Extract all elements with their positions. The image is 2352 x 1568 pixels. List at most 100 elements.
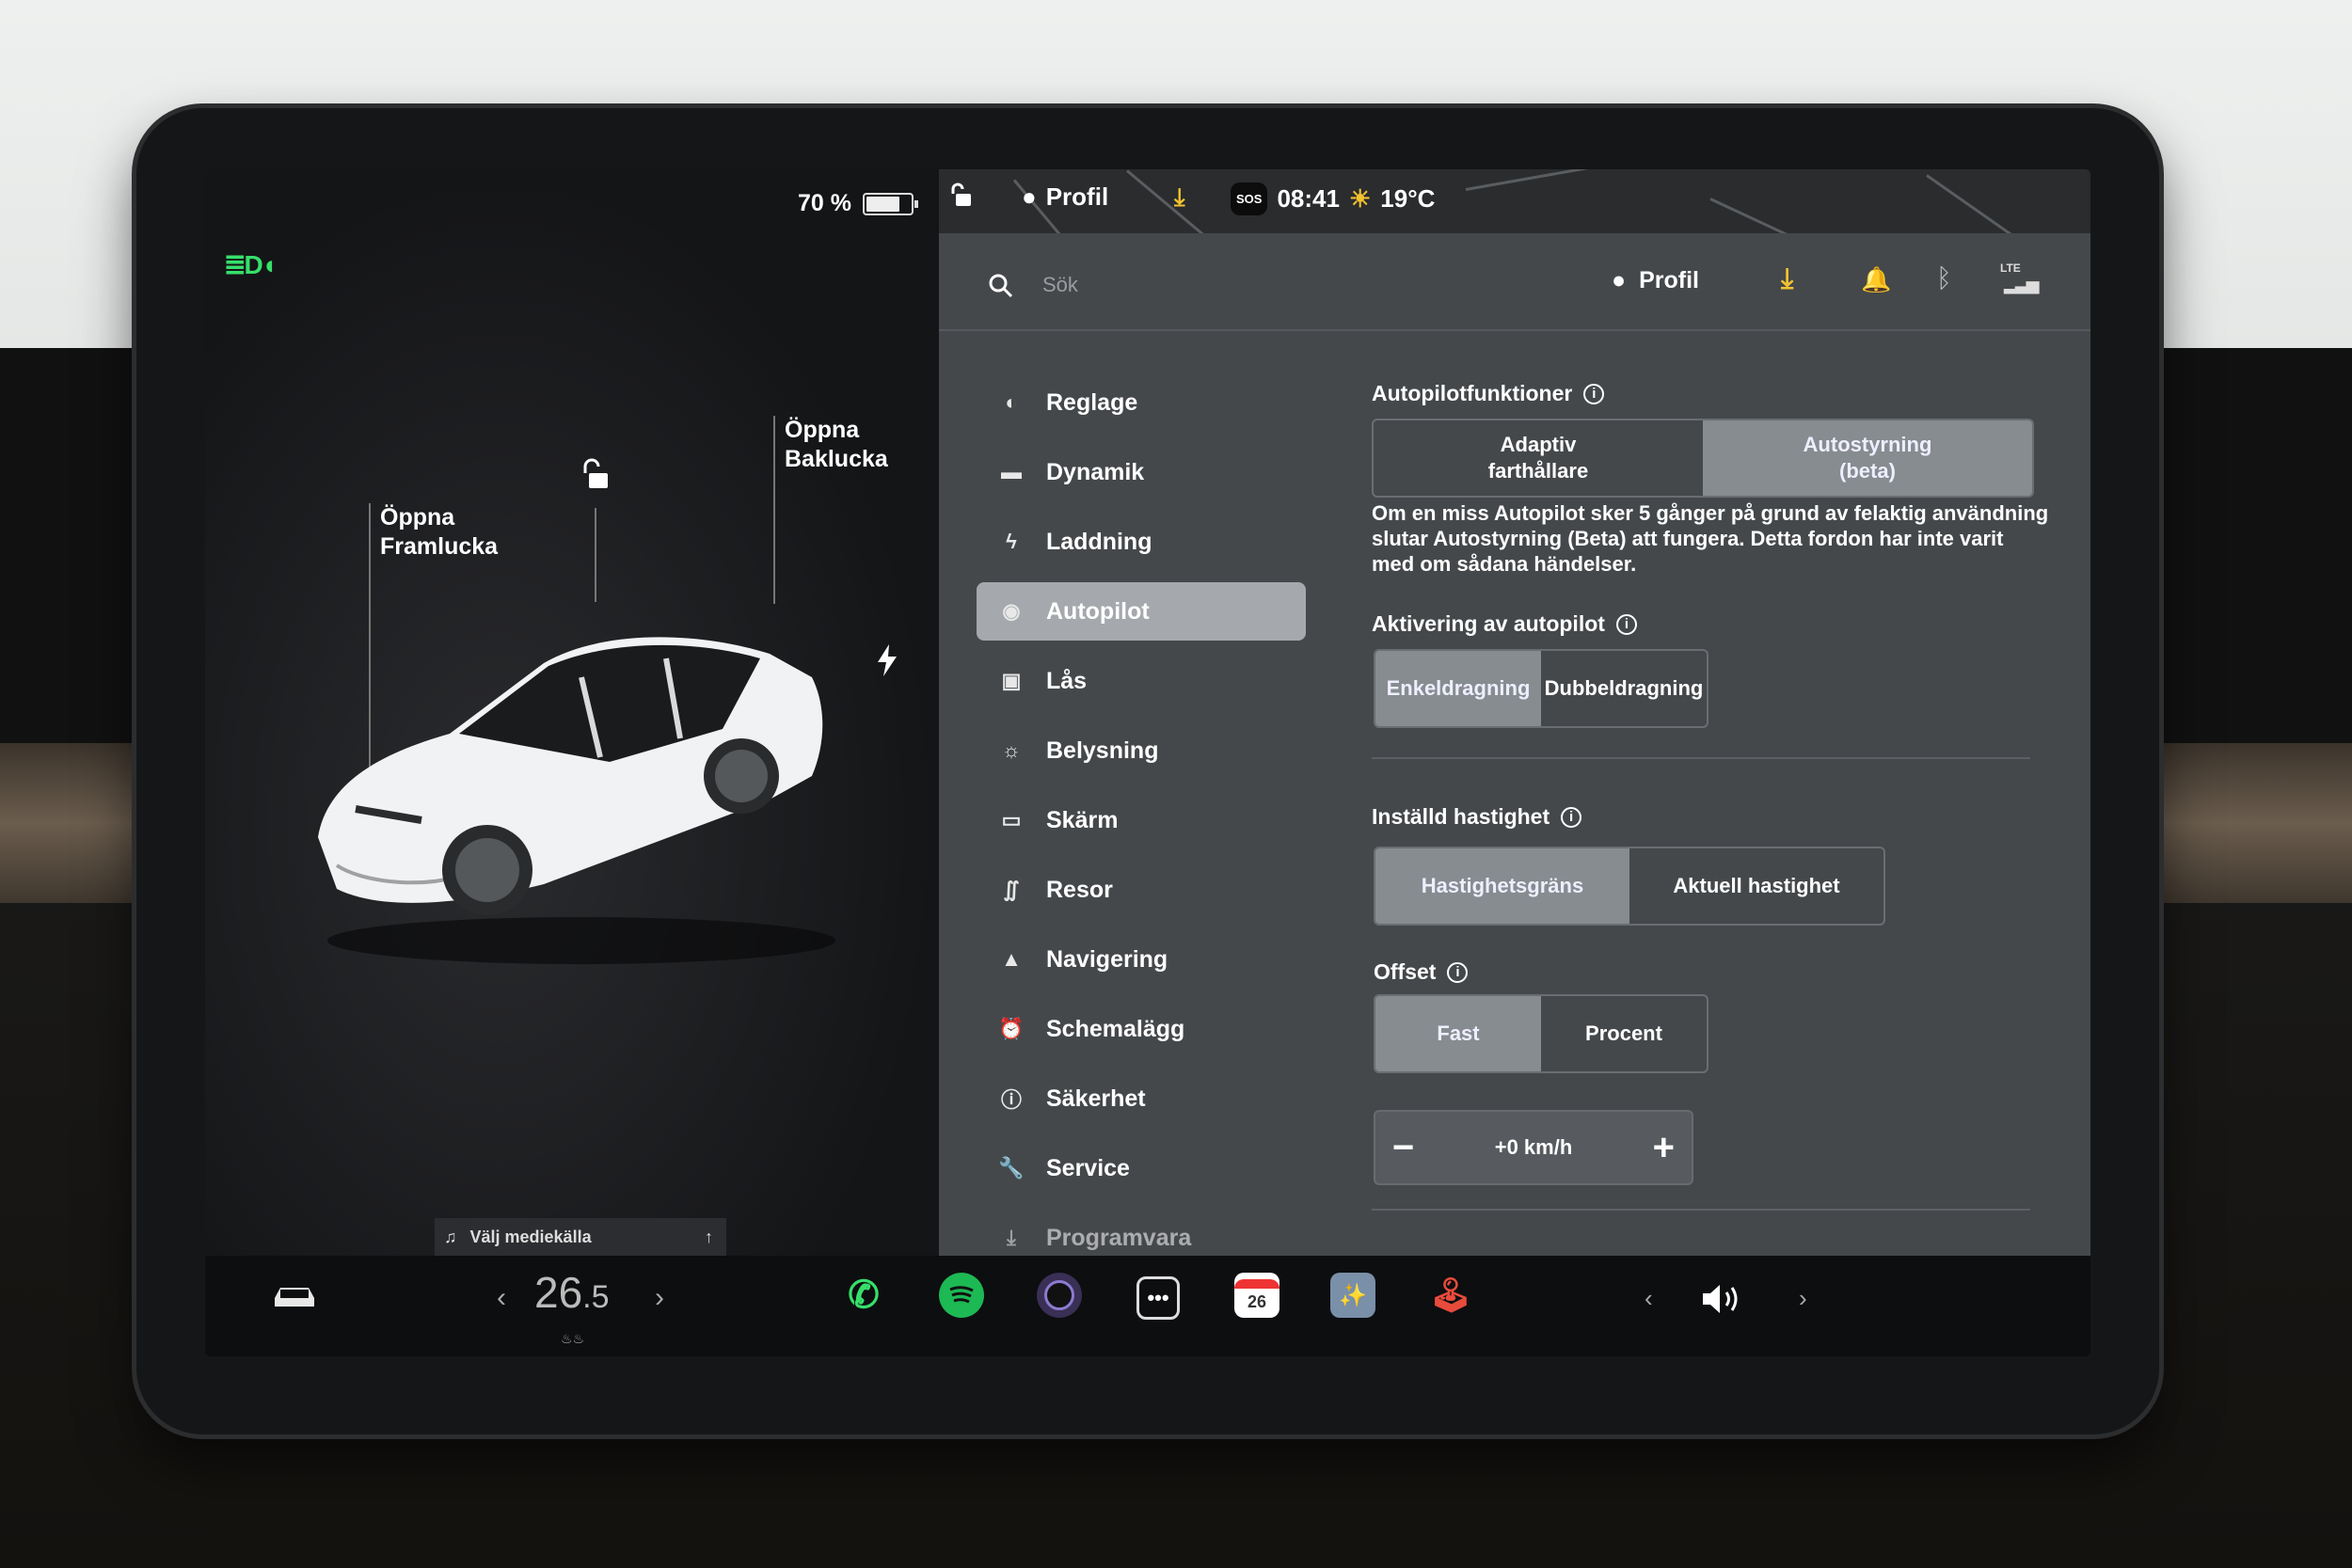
option-current-speed[interactable]: Aktuell hastighet (1629, 848, 1883, 924)
car-controls-icon[interactable] (271, 1282, 318, 1312)
section-title-text: Aktivering av autopilot (1372, 611, 1605, 636)
set-speed-title: Inställd hastighet i (1372, 804, 1582, 830)
open-frunk-label[interactable]: Öppna Framlucka (380, 503, 498, 562)
increase-button[interactable]: + (1653, 1127, 1675, 1169)
bolt-icon: ϟ (1006, 530, 1017, 553)
menu-item-label: Skärm (1046, 806, 1119, 833)
trips-icon: ∬ (1003, 878, 1020, 901)
volume-icon[interactable] (1701, 1282, 1748, 1316)
option-speed-limit[interactable]: Hastighetsgräns (1375, 848, 1629, 924)
menu-item-label: Autopilot (1046, 597, 1150, 625)
decrease-button[interactable]: − (1392, 1127, 1414, 1169)
lock-status-icon[interactable] (950, 182, 975, 209)
section-divider (1372, 1209, 2030, 1211)
person-icon: ● (1612, 267, 1627, 293)
menu-item-label: Säkerhet (1046, 1085, 1146, 1112)
lock-icon: ▣ (1001, 669, 1022, 692)
option-fixed[interactable]: Fast (1375, 996, 1541, 1071)
charge-port-icon[interactable] (875, 644, 899, 681)
menu-item-las[interactable]: ▣ Lås (977, 652, 1306, 710)
car-icon: ▬ (1001, 460, 1022, 483)
settings-panel: ● Profil ⤓ SOS 08:41 ☀ 19°C Sök ● Profil… (939, 169, 2090, 1256)
menu-item-service[interactable]: 🔧 Service (977, 1139, 1306, 1197)
download-icon: ⤓ (1007, 1226, 1016, 1249)
battery-status: 70 % (798, 190, 918, 217)
menu-item-autopilot[interactable]: ◉ Autopilot (977, 582, 1306, 641)
temp-down-arrow[interactable]: ‹ (497, 1282, 506, 1314)
spotify-icon[interactable] (939, 1273, 984, 1318)
outside-temp: 19°C (1380, 184, 1436, 213)
info-icon[interactable]: i (1583, 383, 1605, 404)
toybox-icon[interactable]: ✨ (1330, 1273, 1375, 1318)
joystick-icon[interactable]: 🕹 (1428, 1273, 1473, 1318)
menu-item-label: Reglage (1046, 388, 1138, 416)
option-autosteer-beta[interactable]: Autostyrning (beta) (1703, 420, 2032, 496)
car-visualization-panel: ≣D◖ 70 % Öppna Framlucka Öppna Baklucka (205, 169, 939, 1256)
menu-item-navigering[interactable]: ▲ Navigering (977, 930, 1306, 989)
menu-item-reglage[interactable]: ◐ Reglage (977, 373, 1306, 432)
top-profile[interactable]: ● Profil (1022, 182, 1108, 212)
headlights-icon[interactable]: ≣D◖ (224, 249, 278, 280)
menu-item-label: Lås (1046, 667, 1088, 694)
offset-stepper: − +0 km/h + (1374, 1110, 1693, 1185)
option-single-pull[interactable]: Enkeldragning (1375, 651, 1541, 726)
menu-item-label: Resor (1046, 876, 1113, 903)
menu-item-label: Laddning (1046, 528, 1152, 555)
bell-icon[interactable]: 🔔 (1861, 265, 1891, 294)
menu-item-sakerhet[interactable]: ⓘ Säkerhet (977, 1069, 1306, 1128)
menu-item-label: Programvara (1046, 1224, 1192, 1251)
autopilot-features-selector: Adaptiv farthållare Autostyrning (beta) (1372, 419, 2034, 498)
toggle-icon: ◐ (1005, 390, 1018, 414)
temp-up-arrow[interactable]: › (655, 1282, 664, 1314)
info-icon[interactable]: i (1615, 613, 1637, 635)
unlock-icon[interactable] (580, 458, 612, 497)
menu-item-label: Service (1046, 1154, 1130, 1181)
autopilot-activation-title: Aktivering av autopilot i (1372, 611, 1637, 637)
option-double-pull[interactable]: Dubbeldragning (1541, 651, 1707, 726)
section-title-text: Offset (1374, 959, 1437, 984)
search-icon[interactable] (988, 273, 1014, 299)
menu-item-belysning[interactable]: ☼ Belysning (977, 721, 1306, 780)
search-input[interactable]: Sök (1042, 273, 1078, 297)
cabin-temperature[interactable]: 26.5 (534, 1267, 610, 1318)
bluetooth-icon[interactable]: ᛒ (1936, 263, 1952, 293)
time-weather: SOS 08:41 ☀ 19°C (1231, 182, 1435, 215)
menu-item-schemalagg[interactable]: ⏰ Schemalägg (977, 1000, 1306, 1058)
camera-icon[interactable] (1037, 1273, 1082, 1318)
header-profile[interactable]: ● Profil (1612, 267, 1699, 294)
section-title-text: Autopilotfunktioner (1372, 381, 1573, 405)
phone-icon[interactable]: ✆ (841, 1273, 886, 1318)
volume-up-arrow[interactable]: › (1799, 1284, 1807, 1313)
set-speed-selector: Hastighetsgräns Aktuell hastighet (1374, 847, 1885, 926)
option-percent[interactable]: Procent (1541, 996, 1707, 1071)
sos-badge[interactable]: SOS (1231, 182, 1268, 215)
open-trunk-label[interactable]: Öppna Baklucka (785, 416, 888, 474)
calendar-day: 26 (1247, 1291, 1267, 1311)
menu-item-resor[interactable]: ∬ Resor (977, 861, 1306, 919)
volume-down-arrow[interactable]: ‹ (1645, 1284, 1653, 1313)
media-source-label: Välj mediekälla (469, 1227, 592, 1246)
menu-item-dynamik[interactable]: ▬ Dynamik (977, 443, 1306, 501)
temp-integer: 26 (534, 1268, 583, 1317)
sun-icon: ☀ (1348, 184, 1372, 213)
info-icon[interactable]: i (1561, 806, 1582, 828)
calendar-icon[interactable]: 26 (1234, 1273, 1279, 1318)
menu-item-skarm[interactable]: ▭ Skärm (977, 791, 1306, 849)
more-apps-icon[interactable]: ••• (1136, 1276, 1180, 1320)
seat-heater-icon[interactable]: ♨♨ (561, 1331, 584, 1347)
expand-up-icon[interactable]: ↑ (705, 1227, 713, 1247)
download-icon[interactable]: ⤓ (1781, 263, 1793, 295)
menu-item-label: Dynamik (1046, 458, 1145, 485)
option-adaptive-cruise[interactable]: Adaptiv farthållare (1374, 420, 1703, 496)
media-source-selector[interactable]: ♫ Välj mediekälla ↑ (435, 1218, 726, 1256)
menu-item-laddning[interactable]: ϟ Laddning (977, 513, 1306, 571)
download-icon[interactable]: ⤓ (1174, 182, 1185, 213)
menu-item-label: Navigering (1046, 945, 1168, 973)
touchscreen: ≣D◖ 70 % Öppna Framlucka Öppna Baklucka (205, 169, 2090, 1356)
temp-decimal: .5 (582, 1279, 610, 1315)
info-icon[interactable]: i (1447, 961, 1469, 983)
bottom-bar: ‹ 26.5 › ♨♨ ✆ ••• 26 ✨ 🕹 ‹ › (205, 1256, 2090, 1356)
alert-icon: ⓘ (1000, 1088, 1022, 1112)
lte-signal-icon: LTE (2000, 261, 2021, 275)
section-title-text: Inställd hastighet (1372, 804, 1550, 829)
